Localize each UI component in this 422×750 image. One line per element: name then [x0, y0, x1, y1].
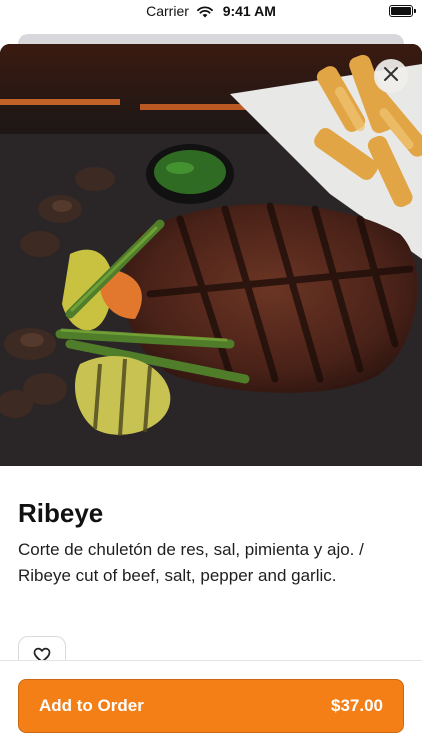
status-time: 9:41 AM	[222, 3, 276, 19]
wifi-icon	[196, 5, 213, 21]
battery-icon	[389, 5, 416, 17]
order-footer: Add to Order $37.00	[0, 660, 422, 750]
item-details: Ribeye Corte de chuletón de res, sal, pi…	[0, 466, 422, 589]
item-photo	[0, 44, 422, 466]
status-center: Carrier 9:41 AM	[0, 3, 422, 21]
status-bar: Carrier 9:41 AM	[0, 0, 422, 24]
close-button[interactable]	[374, 59, 408, 93]
add-to-order-label: Add to Order	[39, 696, 144, 715]
item-title: Ribeye	[18, 498, 104, 528]
item-price: $37.00	[331, 696, 383, 715]
add-to-order-button[interactable]: Add to Order $37.00	[18, 679, 404, 733]
close-icon	[383, 66, 399, 87]
carrier-label: Carrier	[146, 3, 189, 19]
item-description: Corte de chuletón de res, sal, pimienta …	[18, 540, 364, 585]
